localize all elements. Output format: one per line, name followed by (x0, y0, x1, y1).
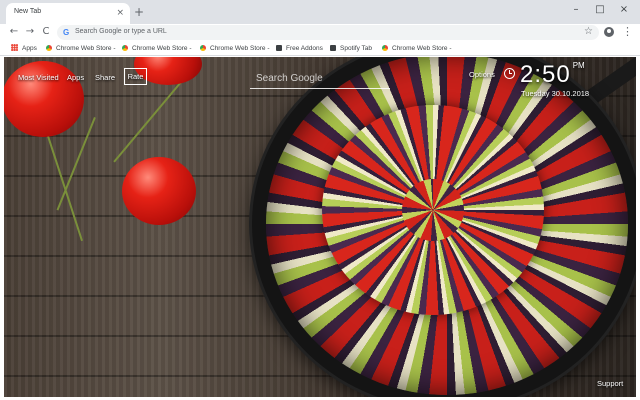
bookmark-label: Chrome Web Store - (210, 45, 270, 52)
window-close-icon[interactable]: × (618, 3, 630, 17)
clock-date: Tuesday 30.10.2018 (521, 89, 590, 98)
chrome-web-store-icon (200, 45, 206, 51)
apps-grid-icon (11, 44, 18, 51)
options-link[interactable]: Options (469, 70, 495, 79)
spotify-icon (330, 45, 336, 51)
minimize-icon[interactable]: – (570, 3, 582, 17)
bookmark-free-addons[interactable]: Free Addons (276, 43, 323, 54)
tab-close-icon[interactable]: × (116, 7, 124, 19)
search-box[interactable] (250, 69, 390, 89)
tomato (122, 157, 196, 225)
ratatouille-pan (252, 57, 636, 397)
tab-new-tab[interactable]: New Tab × (6, 3, 130, 24)
tab-strip: New Tab × + – □ × (0, 0, 640, 24)
google-g-icon: G (63, 28, 70, 37)
share-link[interactable]: Share (95, 73, 115, 82)
tab-title: New Tab (14, 8, 42, 15)
maximize-icon[interactable]: □ (594, 3, 606, 17)
browser-toolbar: ← → C G Search Google or type a URL ☆ ⋮ (0, 24, 640, 41)
forward-arrow-icon[interactable]: → (24, 25, 36, 39)
apps-link[interactable]: Apps (67, 73, 84, 82)
chrome-web-store-icon (122, 45, 128, 51)
omnibox[interactable]: G Search Google or type a URL (57, 25, 599, 40)
bookmark-chrome-web-store[interactable]: Chrome Web Store - (122, 43, 191, 54)
most-visited-link[interactable]: Most Visited (18, 73, 59, 82)
support-link[interactable]: Support (597, 379, 623, 388)
omnibox-placeholder[interactable]: Search Google or type a URL (75, 28, 167, 35)
bookmark-star-icon[interactable]: ☆ (584, 25, 593, 39)
new-tab-button[interactable]: + (134, 6, 144, 18)
back-arrow-icon[interactable]: ← (8, 25, 20, 39)
chrome-menu-icon[interactable]: ⋮ (622, 25, 633, 39)
bookmark-label: Free Addons (286, 45, 323, 52)
bookmark-label: Chrome Web Store - (56, 45, 116, 52)
bookmark-chrome-web-store[interactable]: Chrome Web Store - (46, 43, 115, 54)
chrome-web-store-icon (46, 45, 52, 51)
clock-icon[interactable] (504, 68, 515, 79)
bookmark-apps[interactable]: Apps (11, 43, 37, 54)
bookmark-label: Apps (22, 45, 37, 52)
clock-time-value: 2:50 (520, 61, 571, 88)
bookmark-label: Chrome Web Store - (392, 45, 452, 52)
chrome-web-store-icon (382, 45, 388, 51)
bookmarks-bar: Apps Chrome Web Store - Chrome Web Store… (0, 41, 640, 56)
bookmark-label: Spotify Tab (340, 45, 373, 52)
bookmark-chrome-web-store[interactable]: Chrome Web Store - (382, 43, 451, 54)
new-tab-page: Most Visited Apps Share Rate Options 2:5… (4, 57, 636, 397)
rate-button[interactable]: Rate (124, 68, 147, 85)
addons-icon (276, 45, 282, 51)
clock-time: 2:50 PM (520, 61, 585, 89)
profile-avatar-icon[interactable] (604, 27, 614, 37)
reload-icon[interactable]: C (40, 25, 52, 39)
bookmark-spotify-tab[interactable]: Spotify Tab (330, 43, 372, 54)
bookmark-chrome-web-store[interactable]: Chrome Web Store - (200, 43, 269, 54)
clock-time-suffix: PM (572, 61, 585, 70)
ratatouille-center (402, 179, 464, 241)
bookmark-label: Chrome Web Store - (132, 45, 192, 52)
search-input[interactable] (250, 69, 390, 87)
